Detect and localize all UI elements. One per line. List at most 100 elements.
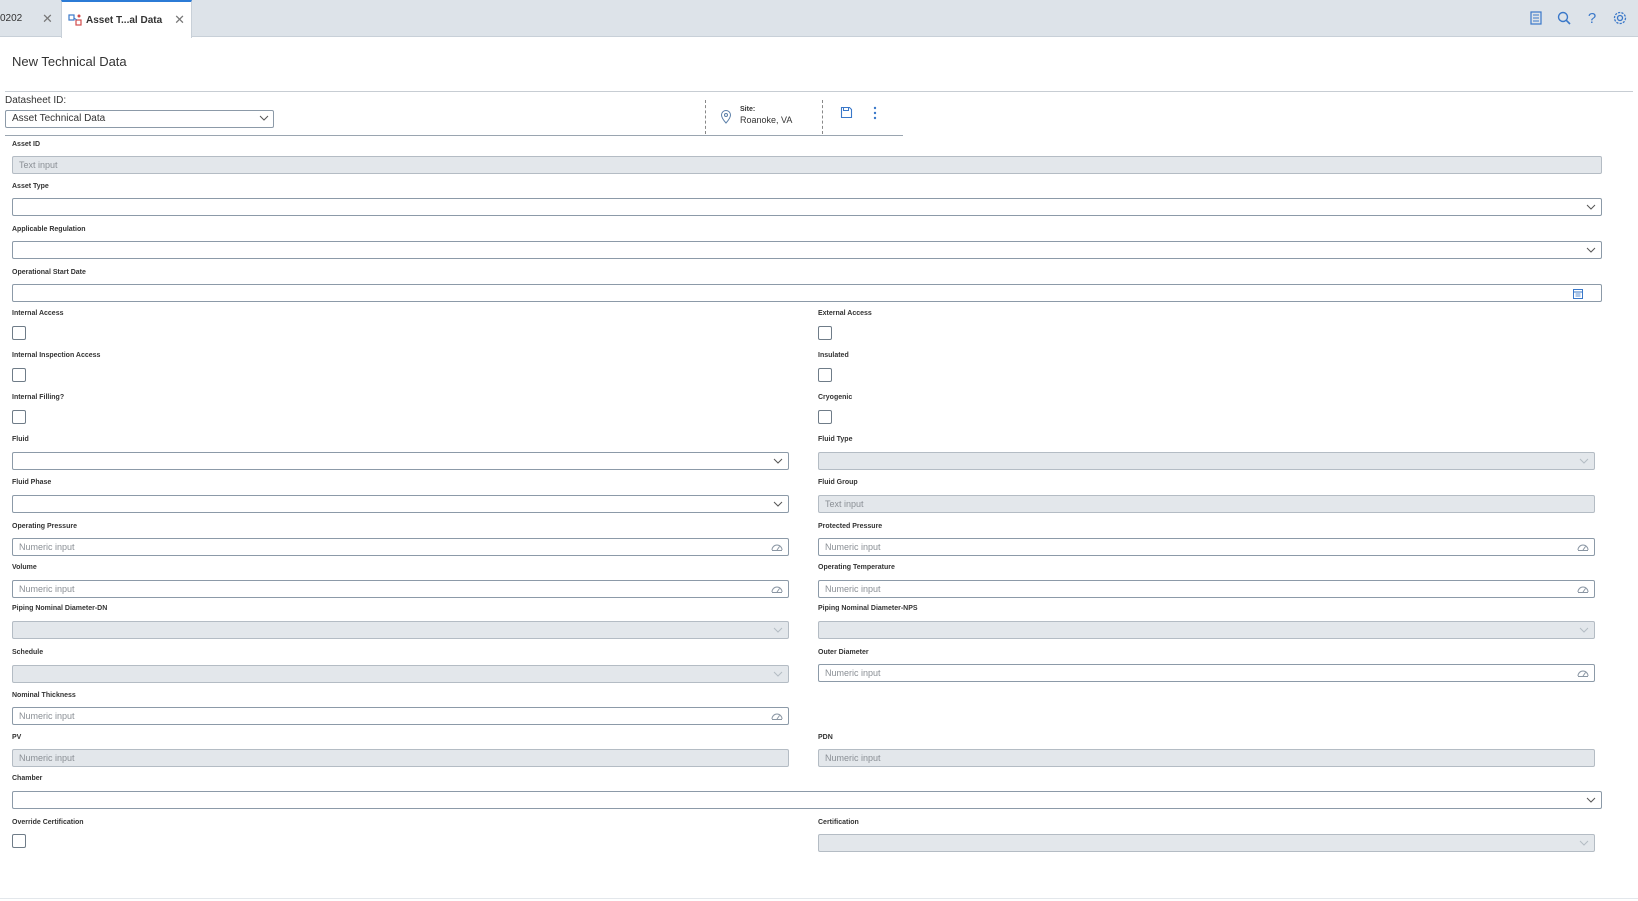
fluid-phase-label: Fluid Phase: [12, 479, 52, 486]
external-access-label: External Access: [818, 310, 872, 317]
fluid-group-label: Fluid Group: [818, 479, 858, 486]
search-icon[interactable]: [1556, 9, 1572, 27]
asset-type-label: Asset Type: [12, 183, 49, 190]
nominal-thickness-input[interactable]: Numeric input: [12, 707, 789, 725]
internal-access-checkbox[interactable]: [12, 326, 26, 340]
operational-start-date-label: Operational Start Date: [12, 269, 86, 276]
internal-inspection-access-checkbox[interactable]: [12, 368, 26, 382]
calendar-icon[interactable]: [1573, 288, 1583, 299]
operating-pressure-label: Operating Pressure: [12, 523, 77, 530]
location-pin-icon: [720, 110, 732, 124]
certification-select: [818, 834, 1595, 852]
protected-pressure-input[interactable]: Numeric input: [818, 538, 1595, 556]
datasheet-label: Datasheet ID:: [5, 95, 67, 106]
divider: [5, 135, 903, 136]
tab-0202[interactable]: 0202 ✕: [0, 0, 60, 37]
chevron-down-icon: [1586, 204, 1596, 210]
chamber-select[interactable]: [12, 791, 1602, 809]
schedule-select: [12, 665, 789, 683]
chevron-down-icon: [773, 627, 783, 633]
piping-dn-select: [12, 621, 789, 639]
insulated-checkbox[interactable]: [818, 368, 832, 382]
site-value: Roanoke, VA: [740, 115, 793, 125]
internal-filling-label: Internal Filling?: [12, 394, 65, 401]
applicable-regulation-label: Applicable Regulation: [12, 226, 86, 233]
operating-temperature-label: Operating Temperature: [818, 564, 895, 571]
chevron-down-icon: [1579, 458, 1589, 464]
asset-data-icon: [68, 13, 82, 27]
report-icon[interactable]: [1528, 9, 1544, 27]
tab-asset-technical-data[interactable]: Asset T...al Data ✕: [61, 0, 192, 38]
protected-pressure-label: Protected Pressure: [818, 523, 883, 530]
outer-diameter-input[interactable]: Numeric input: [818, 664, 1595, 682]
fluid-group-placeholder: Text input: [825, 499, 864, 509]
more-options-icon[interactable]: [872, 106, 878, 120]
datasheet-select[interactable]: Asset Technical Data: [5, 110, 274, 128]
close-icon[interactable]: ✕: [42, 11, 53, 27]
unit-of-measure-icon[interactable]: [1577, 542, 1589, 552]
cryogenic-checkbox[interactable]: [818, 410, 832, 424]
tab-bar: 0202 ✕ Asset T...al Data ✕ ?: [0, 0, 1638, 38]
tab-label: Asset T...al Data: [86, 14, 163, 26]
pv-label: PV: [12, 734, 22, 741]
outer-diameter-placeholder: Numeric input: [825, 668, 881, 678]
fluid-group-input: Text input: [818, 495, 1595, 513]
override-certification-label: Override Certification: [12, 819, 84, 826]
internal-inspection-access-label: Internal Inspection Access: [12, 352, 101, 359]
pv-placeholder: Numeric input: [19, 753, 75, 763]
applicable-regulation-select[interactable]: [12, 241, 1602, 259]
volume-label: Volume: [12, 564, 37, 571]
asset-id-input: Text input: [12, 156, 1602, 174]
pv-input: Numeric input: [12, 749, 789, 767]
override-certification-checkbox[interactable]: [12, 834, 26, 848]
certification-label: Certification: [818, 819, 859, 826]
unit-of-measure-icon[interactable]: [771, 711, 783, 721]
piping-nps-label: Piping Nominal Diameter-NPS: [818, 605, 918, 612]
chevron-down-icon: [1586, 797, 1596, 803]
volume-placeholder: Numeric input: [19, 584, 75, 594]
divider: [822, 100, 823, 134]
unit-of-measure-icon[interactable]: [771, 542, 783, 552]
top-toolbar: ?: [1528, 9, 1628, 27]
internal-filling-checkbox[interactable]: [12, 410, 26, 424]
fluid-phase-select[interactable]: [12, 495, 789, 513]
asset-id-label: Asset ID: [12, 141, 41, 148]
fluid-select[interactable]: [12, 452, 789, 470]
protected-pressure-placeholder: Numeric input: [825, 542, 881, 552]
insulated-label: Insulated: [818, 352, 849, 359]
divider: [5, 91, 1633, 92]
operating-temperature-input[interactable]: Numeric input: [818, 580, 1595, 598]
help-icon[interactable]: ?: [1584, 9, 1600, 27]
chevron-down-icon: [259, 115, 269, 121]
asset-id-placeholder: Text input: [19, 160, 58, 170]
volume-input[interactable]: Numeric input: [12, 580, 789, 598]
external-access-checkbox[interactable]: [818, 326, 832, 340]
internal-access-label: Internal Access: [12, 310, 64, 317]
close-icon[interactable]: ✕: [174, 12, 185, 28]
operating-temperature-placeholder: Numeric input: [825, 584, 881, 594]
chevron-down-icon: [1586, 247, 1596, 253]
chevron-down-icon: [773, 458, 783, 464]
pdn-input: Numeric input: [818, 749, 1595, 767]
piping-nps-select: [818, 621, 1595, 639]
unit-of-measure-icon[interactable]: [1577, 584, 1589, 594]
fluid-type-select: [818, 452, 1595, 470]
outer-diameter-label: Outer Diameter: [818, 649, 869, 656]
unit-of-measure-icon[interactable]: [1577, 668, 1589, 678]
cryogenic-label: Cryogenic: [818, 394, 853, 401]
operational-start-date-input[interactable]: [12, 284, 1602, 302]
datasheet-value: Asset Technical Data: [12, 113, 106, 124]
pdn-label: PDN: [818, 734, 833, 741]
chamber-label: Chamber: [12, 775, 43, 782]
fluid-type-label: Fluid Type: [818, 436, 853, 443]
unit-of-measure-icon[interactable]: [771, 584, 783, 594]
operating-pressure-input[interactable]: Numeric input: [12, 538, 789, 556]
pdn-placeholder: Numeric input: [825, 753, 881, 763]
asset-type-select[interactable]: [12, 198, 1602, 216]
chevron-down-icon: [1579, 840, 1589, 846]
save-icon[interactable]: [840, 106, 853, 119]
tab-label: 0202: [0, 13, 23, 24]
operating-pressure-placeholder: Numeric input: [19, 542, 75, 552]
settings-icon[interactable]: [1612, 9, 1628, 27]
nominal-thickness-placeholder: Numeric input: [19, 711, 75, 721]
